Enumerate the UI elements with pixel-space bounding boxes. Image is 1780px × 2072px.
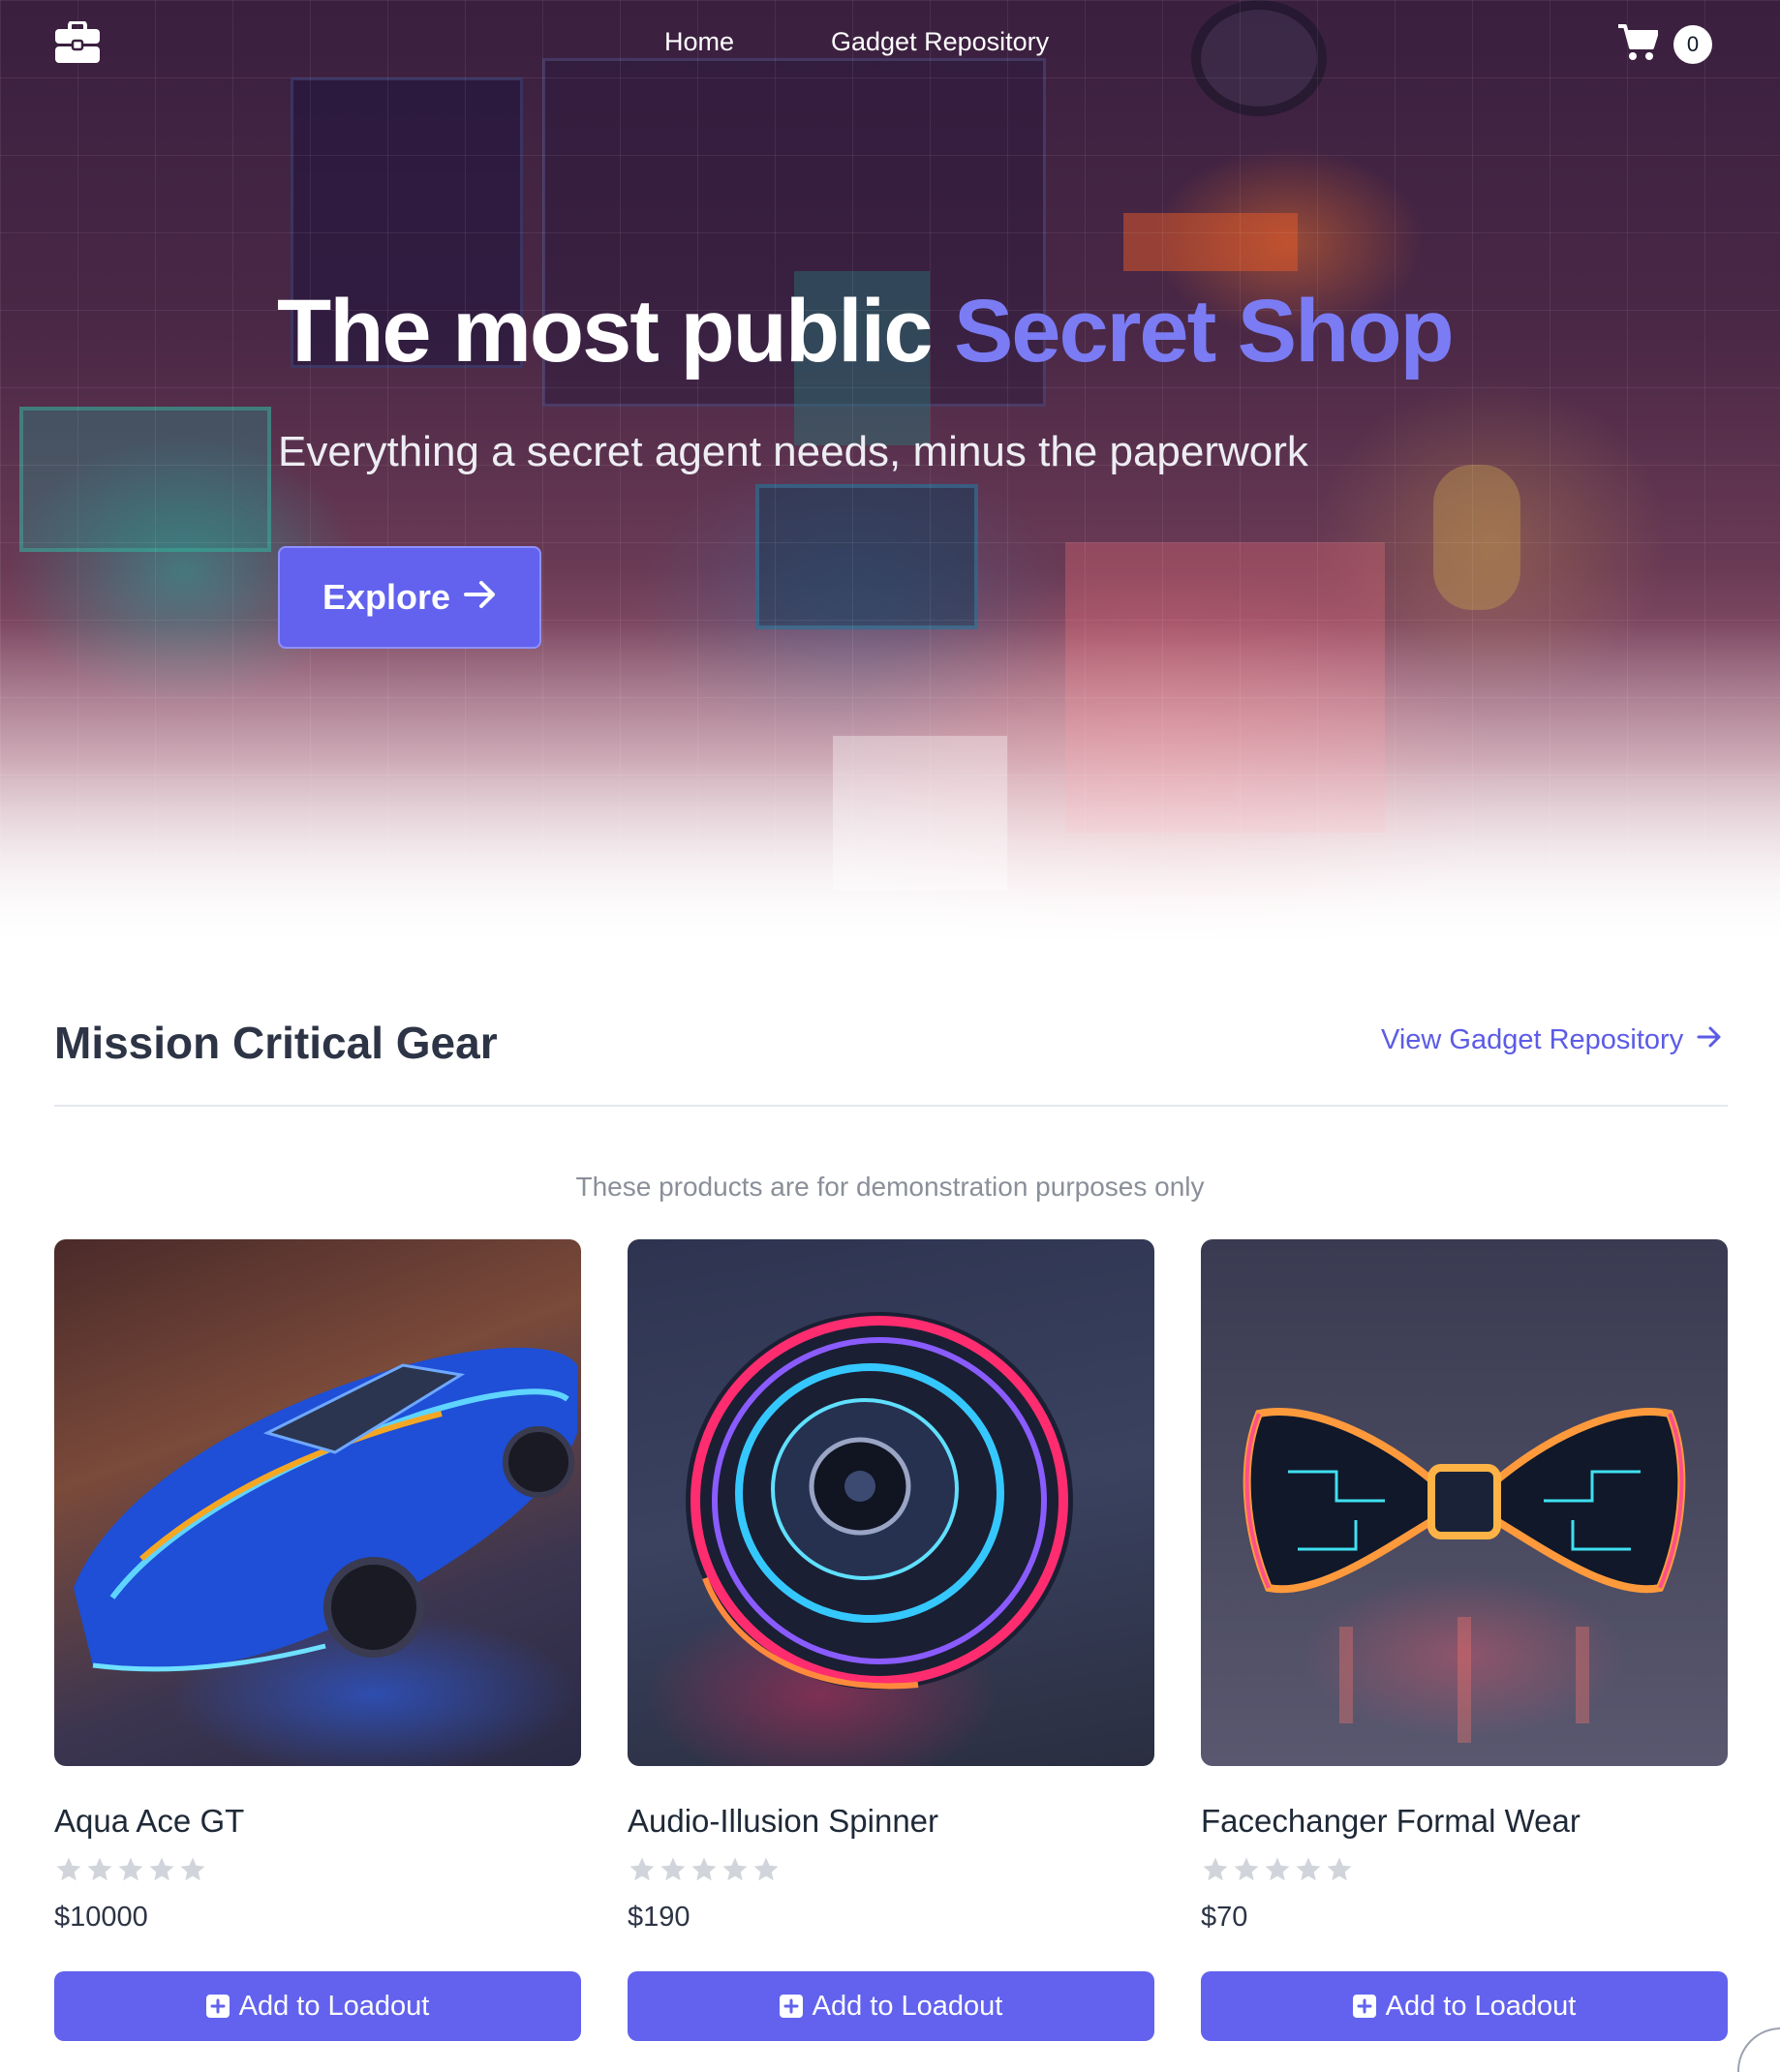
add-to-loadout-label: Add to Loadout <box>812 1990 1003 2022</box>
product-name[interactable]: Aqua Ace GT <box>54 1803 244 1840</box>
arrow-right-icon <box>464 577 497 618</box>
add-to-loadout-button[interactable]: Add to Loadout <box>628 1971 1154 2041</box>
star-rating <box>628 1855 781 1884</box>
add-to-loadout-button[interactable]: Add to Loadout <box>1201 1971 1728 2041</box>
explore-label: Explore <box>322 577 451 617</box>
star-icon <box>629 1857 655 1881</box>
briefcase-icon[interactable] <box>54 20 101 64</box>
product-price: $10000 <box>54 1902 148 1933</box>
plus-square-icon <box>205 1995 230 2018</box>
headline-accent: Secret Shop <box>953 282 1455 381</box>
star-icon <box>691 1857 717 1881</box>
star-icon <box>1265 1857 1290 1881</box>
star-icon <box>722 1857 748 1881</box>
section-title: Mission Critical Gear <box>54 1018 498 1068</box>
star-icon <box>660 1857 686 1881</box>
view-gadget-repository-link[interactable]: View Gadget Repository <box>1381 1024 1722 1056</box>
product-card: Facechanger Formal Wear $70 Add to Loado… <box>1201 1239 1728 2041</box>
product-card: Aqua Ace GT $10000 Add to Loadout <box>54 1239 581 2041</box>
plus-square-icon <box>1352 1995 1376 2018</box>
star-icon <box>87 1857 112 1881</box>
cart-icon[interactable] <box>1617 23 1659 62</box>
top-navigation: Home Gadget Repository 0 <box>0 0 1780 89</box>
explore-button[interactable]: Explore <box>278 546 541 649</box>
product-card: Audio-Illusion Spinner $190 Add to Loado… <box>628 1239 1154 2041</box>
star-rating <box>1201 1855 1354 1884</box>
cart-count-badge[interactable]: 0 <box>1673 25 1712 64</box>
product-price: $190 <box>628 1902 691 1933</box>
hero-headline: The most public Secret Shop <box>277 281 1455 382</box>
product-image-facechanger-formal-wear[interactable] <box>1201 1239 1728 1766</box>
hero-subhead: Everything a secret agent needs, minus t… <box>278 428 1308 475</box>
nav-link-home[interactable]: Home <box>664 27 734 57</box>
product-name[interactable]: Audio-Illusion Spinner <box>628 1803 938 1840</box>
add-to-loadout-button[interactable]: Add to Loadout <box>54 1971 581 2041</box>
arrow-right-icon <box>1697 1024 1722 1056</box>
star-icon <box>1203 1857 1228 1881</box>
view-gadget-repository-label: View Gadget Repository <box>1381 1024 1684 1055</box>
star-icon <box>1296 1857 1321 1881</box>
section-divider <box>54 1105 1728 1107</box>
product-name[interactable]: Facechanger Formal Wear <box>1201 1803 1581 1840</box>
product-image-aqua-ace-gt[interactable] <box>54 1239 581 1766</box>
add-to-loadout-label: Add to Loadout <box>1385 1990 1577 2022</box>
star-rating <box>54 1855 207 1884</box>
hero-fade <box>0 620 1780 949</box>
star-icon <box>180 1857 205 1881</box>
demo-disclaimer: These products are for demonstration pur… <box>575 1172 1205 1202</box>
nav-link-gadget-repository[interactable]: Gadget Repository <box>831 27 1049 57</box>
star-icon <box>1327 1857 1352 1881</box>
floating-scroll-button[interactable] <box>1737 2027 1780 2072</box>
product-price: $70 <box>1201 1902 1248 1933</box>
star-icon <box>56 1857 81 1881</box>
headline-main: The most public <box>277 282 954 381</box>
product-image-audio-illusion-spinner[interactable] <box>628 1239 1154 1766</box>
star-icon <box>149 1857 174 1881</box>
star-icon <box>1234 1857 1259 1881</box>
star-icon <box>753 1857 779 1881</box>
plus-square-icon <box>779 1995 803 2018</box>
add-to-loadout-label: Add to Loadout <box>238 1990 430 2022</box>
star-icon <box>118 1857 143 1881</box>
